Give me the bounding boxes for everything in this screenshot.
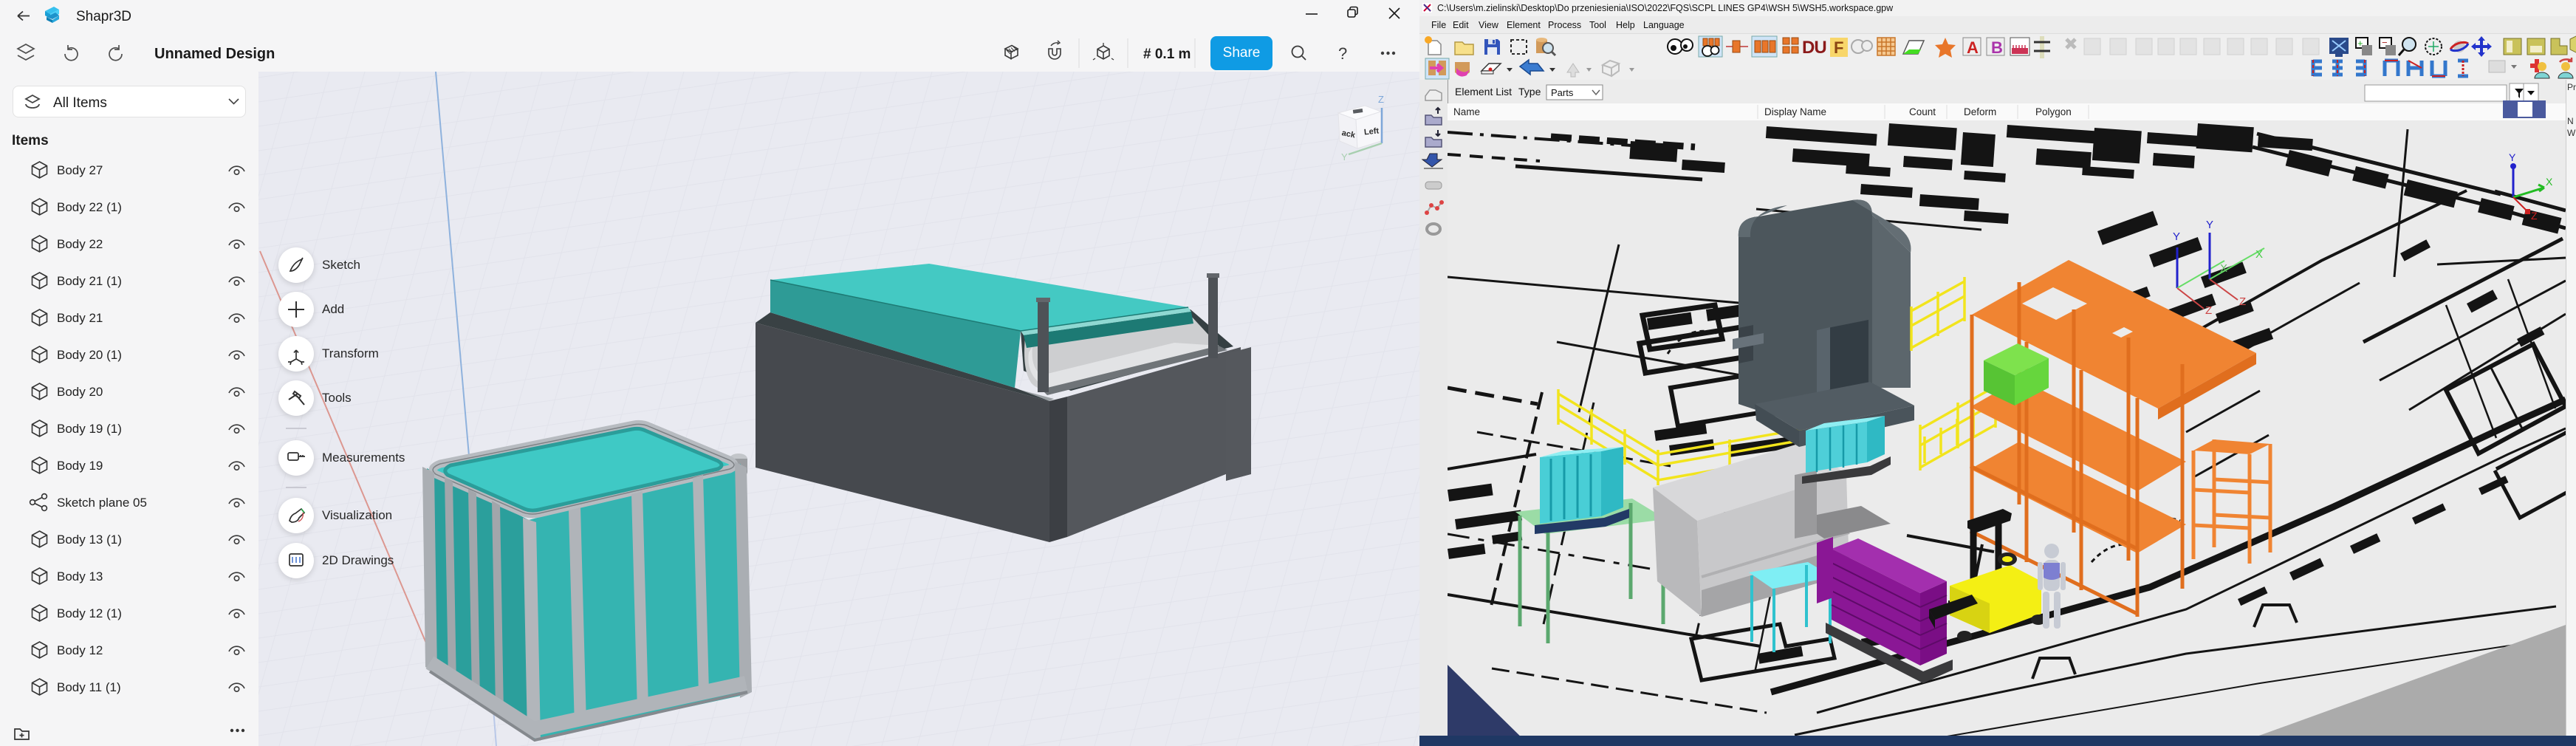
svg-text:Shapr3D: Shapr3D — [76, 9, 131, 24]
svg-text:X: X — [2255, 248, 2263, 261]
svg-text:Body 20: Body 20 — [57, 385, 103, 399]
svg-text:B: B — [1991, 38, 2003, 57]
svg-text:Help: Help — [1616, 20, 1635, 30]
svg-text:Element: Element — [1507, 20, 1541, 30]
svg-text:DU: DU — [1802, 38, 1826, 58]
svg-text:Y: Y — [2206, 219, 2213, 231]
svg-text:Unnamed Design: Unnamed Design — [154, 46, 275, 62]
svg-text:Body 12 (1): Body 12 (1) — [57, 606, 122, 620]
svg-text:Element List: Element List — [1455, 86, 1512, 97]
svg-text:F: F — [1834, 38, 1843, 57]
svg-text:Body 13: Body 13 — [57, 569, 103, 584]
svg-text:Body 22: Body 22 — [57, 237, 103, 251]
svg-text:Left: Left — [1363, 126, 1380, 137]
svg-text:Name: Name — [1453, 106, 1480, 117]
svg-text:Polygon: Polygon — [2035, 106, 2072, 117]
svg-text:Count: Count — [1909, 106, 1936, 117]
svg-text:Language: Language — [1643, 20, 1685, 30]
svg-text:Z: Z — [2239, 295, 2246, 308]
svg-text:View: View — [1479, 20, 1499, 30]
svg-text:Body 21: Body 21 — [57, 311, 103, 325]
svg-text:A: A — [1967, 38, 1979, 57]
svg-text:Body 19 (1): Body 19 (1) — [57, 422, 122, 436]
svg-text:Display Name: Display Name — [1764, 106, 1826, 117]
svg-text:Body 20 (1): Body 20 (1) — [57, 348, 122, 362]
svg-text:Z: Z — [2205, 304, 2212, 317]
svg-text:Process: Process — [1548, 20, 1581, 30]
svg-text:Deform: Deform — [1964, 106, 1996, 117]
svg-text:Body 27: Body 27 — [57, 163, 103, 177]
svg-text:Tool: Tool — [1589, 20, 1606, 30]
svg-text:Sketch plane 05: Sketch plane 05 — [57, 496, 147, 510]
svg-text:Y: Y — [2173, 230, 2180, 243]
svg-text:Pr: Pr — [2567, 82, 2576, 92]
svg-text:Body 11 (1): Body 11 (1) — [57, 680, 121, 694]
svg-text:File: File — [1431, 20, 1446, 30]
svg-text:N: N — [2567, 116, 2574, 126]
svg-text:# 0.1 m: # 0.1 m — [1143, 47, 1191, 62]
svg-text:Type: Type — [1518, 86, 1541, 97]
svg-text:W: W — [2567, 128, 2576, 138]
svg-text:C:\Users\m.zielinski\Desktop\D: C:\Users\m.zielinski\Desktop\Do przenies… — [1437, 3, 1894, 13]
svg-text:Z: Z — [1378, 94, 1384, 105]
svg-text:X: X — [2546, 176, 2553, 188]
svg-text:Body 21 (1): Body 21 (1) — [57, 274, 122, 288]
svg-text:Body 22 (1): Body 22 (1) — [57, 200, 122, 214]
svg-text:Edit: Edit — [1453, 20, 1469, 30]
svg-text:Body 13 (1): Body 13 (1) — [57, 533, 122, 547]
svg-text:X: X — [2220, 262, 2227, 275]
svg-text:Body 19: Body 19 — [57, 459, 103, 473]
svg-text:Parts: Parts — [1551, 87, 1574, 98]
svg-text:Body 12: Body 12 — [57, 643, 103, 657]
svg-text:All Items: All Items — [53, 95, 107, 111]
svg-text:Y: Y — [1341, 151, 1348, 162]
svg-text:Z: Z — [2531, 210, 2538, 222]
svg-text:?: ? — [1338, 44, 1347, 63]
svg-text:Y: Y — [2509, 151, 2516, 163]
